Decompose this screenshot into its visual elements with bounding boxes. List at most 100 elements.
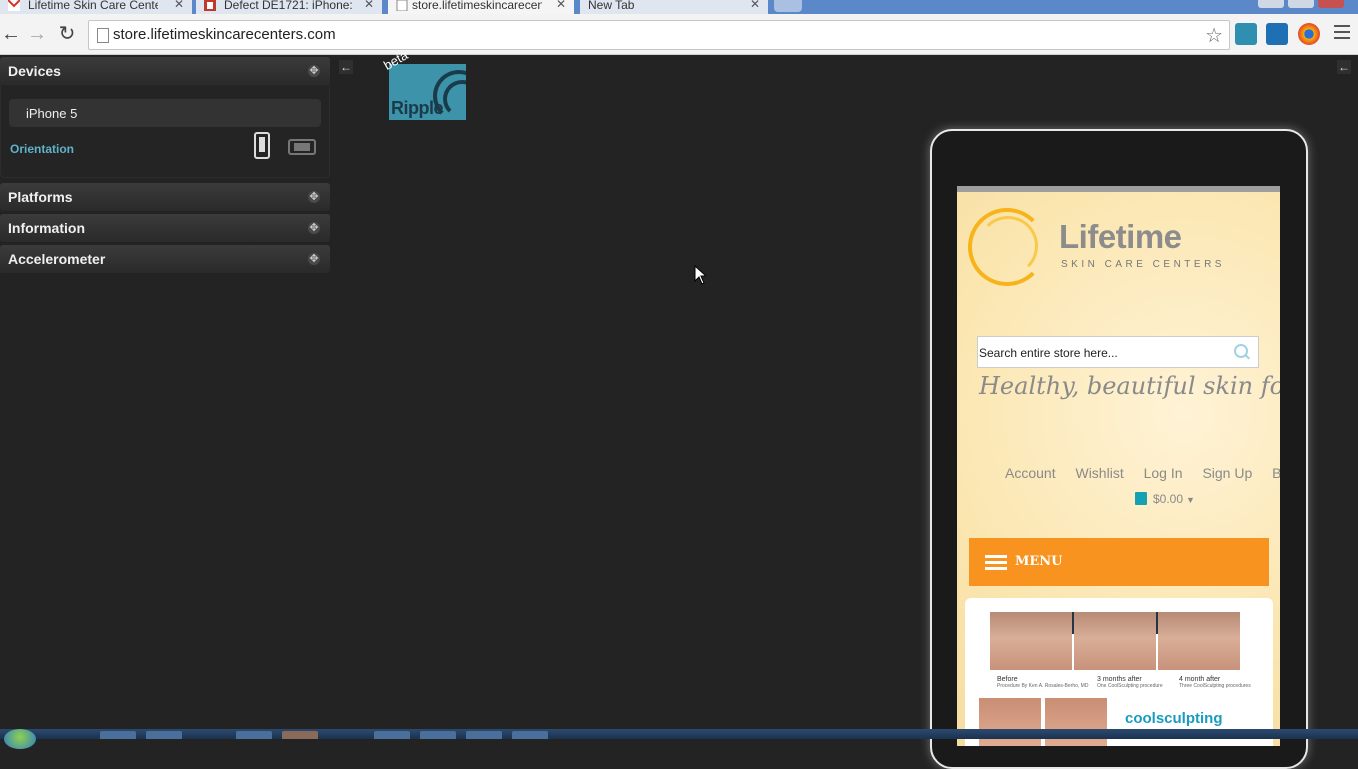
url-text: store.lifetimeskincarecenters.com: [113, 26, 336, 43]
brand-name: Lifetime: [1059, 218, 1182, 255]
taskbar-item[interactable]: [100, 731, 136, 739]
panel-accelerometer-header[interactable]: Accelerometer ✥: [0, 245, 330, 273]
color-picker-extension-icon[interactable]: [1298, 23, 1320, 45]
caption-note: Procedure By Ken A. Rosales-Berho, MD: [997, 683, 1089, 689]
tab-strip: Lifetime Skin Care Centers ✕ Defect DE17…: [0, 0, 1358, 14]
collapse-right-panel-icon[interactable]: ←: [1337, 60, 1351, 74]
tab-close-icon[interactable]: ✕: [174, 0, 184, 10]
caption-3-months: 3 months after One CoolSculpting procedur…: [1097, 676, 1163, 689]
forward-arrow-icon[interactable]: →: [26, 23, 48, 45]
os-taskbar: [0, 729, 1358, 739]
page-icon: [97, 28, 109, 43]
page-icon: [396, 0, 408, 11]
minimize-button[interactable]: [1258, 0, 1284, 8]
taskbar-item[interactable]: [282, 731, 318, 739]
ripple-extension-icon[interactable]: [1235, 23, 1257, 45]
tab-title: store.lifetimeskincarecente: [412, 0, 542, 11]
chevron-down-icon: ▼: [1186, 495, 1195, 505]
extension-s-icon[interactable]: [1266, 23, 1288, 45]
account-links: Account Wishlist Log In Sign Up B: [1005, 465, 1280, 481]
link-login[interactable]: Log In: [1144, 465, 1183, 481]
caption-title: 3 months after: [1097, 676, 1142, 683]
hamburger-icon: [985, 555, 1007, 573]
mouse-cursor-icon: [694, 265, 706, 285]
device-screen: Lifetime SKIN CARE CENTERS Healthy, beau…: [957, 186, 1280, 746]
orientation-label: Orientation: [10, 142, 75, 156]
panel-devices-header[interactable]: Devices ✥: [0, 57, 330, 85]
move-icon[interactable]: ✥: [308, 253, 320, 265]
caption-title: Before: [997, 676, 1018, 683]
maximize-button[interactable]: [1288, 0, 1314, 8]
panel-platforms-header[interactable]: Platforms ✥: [0, 183, 330, 211]
link-blog[interactable]: B: [1272, 465, 1280, 481]
tab-title: Defect DE1721: iPhone: St: [224, 0, 354, 11]
search-input[interactable]: [978, 337, 1231, 369]
promo-banner[interactable]: Before Procedure By Ken A. Rosales-Berho,…: [965, 598, 1273, 746]
caption-4-months: 4 month after Three CoolSculpting procedu…: [1179, 676, 1251, 689]
cart-summary[interactable]: $0.00 ▼: [1135, 492, 1195, 506]
store-search: [977, 336, 1259, 369]
gmail-icon: [8, 0, 20, 11]
panel-title: Platforms: [8, 189, 73, 205]
shopping-bag-icon: [1135, 492, 1147, 505]
tab-close-icon[interactable]: ✕: [750, 0, 760, 10]
menu-icon[interactable]: [1334, 25, 1350, 43]
new-tab-button[interactable]: [774, 0, 802, 12]
link-wishlist[interactable]: Wishlist: [1075, 465, 1123, 481]
before-photo: [990, 612, 1072, 670]
after-3-months-photo: [1074, 612, 1156, 670]
logo-ring: [978, 216, 1038, 276]
panel-title: Accelerometer: [8, 251, 106, 267]
taskbar-item[interactable]: [146, 731, 182, 739]
ripple-logo: Ripple: [389, 64, 466, 120]
back-arrow-icon[interactable]: ←: [0, 23, 22, 45]
menu-button[interactable]: MENU: [969, 538, 1269, 586]
after-4-months-photo: [1158, 612, 1240, 670]
reload-icon[interactable]: ↻: [56, 23, 78, 45]
tab-defect[interactable]: Defect DE1721: iPhone: St ✕: [196, 0, 382, 14]
brand-subtitle: SKIN CARE CENTERS: [1061, 259, 1225, 270]
caption-before: Before Procedure By Ken A. Rosales-Berho,…: [997, 676, 1088, 689]
browser-toolbar: ← → ↻ store.lifetimeskincarecenters.com …: [0, 14, 1358, 55]
move-icon[interactable]: ✥: [308, 222, 320, 234]
caption-note: One CoolSculpting procedure: [1097, 683, 1163, 689]
landscape-orientation-icon[interactable]: [288, 139, 316, 155]
device-select[interactable]: iPhone 5: [9, 99, 321, 127]
cart-total: $0.00: [1153, 492, 1184, 506]
coolsculpting-logo: coolsculpting: [1125, 710, 1223, 727]
bookmark-star-icon[interactable]: ☆: [1205, 23, 1223, 48]
devices-panel: iPhone 5 Orientation: [0, 84, 330, 178]
address-bar[interactable]: store.lifetimeskincarecenters.com ☆: [88, 20, 1230, 50]
move-icon[interactable]: ✥: [308, 65, 320, 77]
close-window-button[interactable]: [1318, 0, 1344, 8]
taskbar-item[interactable]: [466, 731, 502, 739]
tagline: Healthy, beautiful skin for life!: [979, 372, 1280, 400]
caption-note: Three CoolSculpting procedures: [1179, 683, 1251, 689]
menu-label: MENU: [1015, 554, 1063, 569]
taskbar-item[interactable]: [236, 731, 272, 739]
move-icon[interactable]: ✥: [308, 191, 320, 203]
caption-title: 4 month after: [1179, 676, 1221, 683]
collapse-left-panel-icon[interactable]: ←: [339, 60, 353, 74]
search-icon[interactable]: [1234, 344, 1248, 358]
panel-title: Information: [8, 220, 85, 236]
link-signup[interactable]: Sign Up: [1202, 465, 1252, 481]
taskbar-item[interactable]: [374, 731, 410, 739]
link-account[interactable]: Account: [1005, 465, 1056, 481]
start-button[interactable]: [4, 729, 36, 749]
tab-close-icon[interactable]: ✕: [364, 0, 374, 10]
rally-icon: [204, 0, 216, 11]
tab-close-icon[interactable]: ✕: [556, 0, 566, 10]
panel-information-header[interactable]: Information ✥: [0, 214, 330, 242]
panel-title: Devices: [8, 63, 61, 79]
device-select-value: iPhone 5: [26, 106, 78, 121]
tab-store[interactable]: store.lifetimeskincarecente ✕: [388, 0, 574, 14]
lifetime-logo-icon: [968, 208, 1046, 286]
taskbar-item[interactable]: [512, 731, 548, 739]
tab-gmail[interactable]: Lifetime Skin Care Centers ✕: [0, 0, 192, 14]
taskbar-item[interactable]: [420, 731, 456, 739]
tab-new[interactable]: New Tab ✕: [580, 0, 768, 14]
portrait-orientation-icon[interactable]: [254, 132, 270, 159]
tab-title: Lifetime Skin Care Centers: [28, 0, 158, 11]
tab-title: New Tab: [588, 0, 635, 11]
